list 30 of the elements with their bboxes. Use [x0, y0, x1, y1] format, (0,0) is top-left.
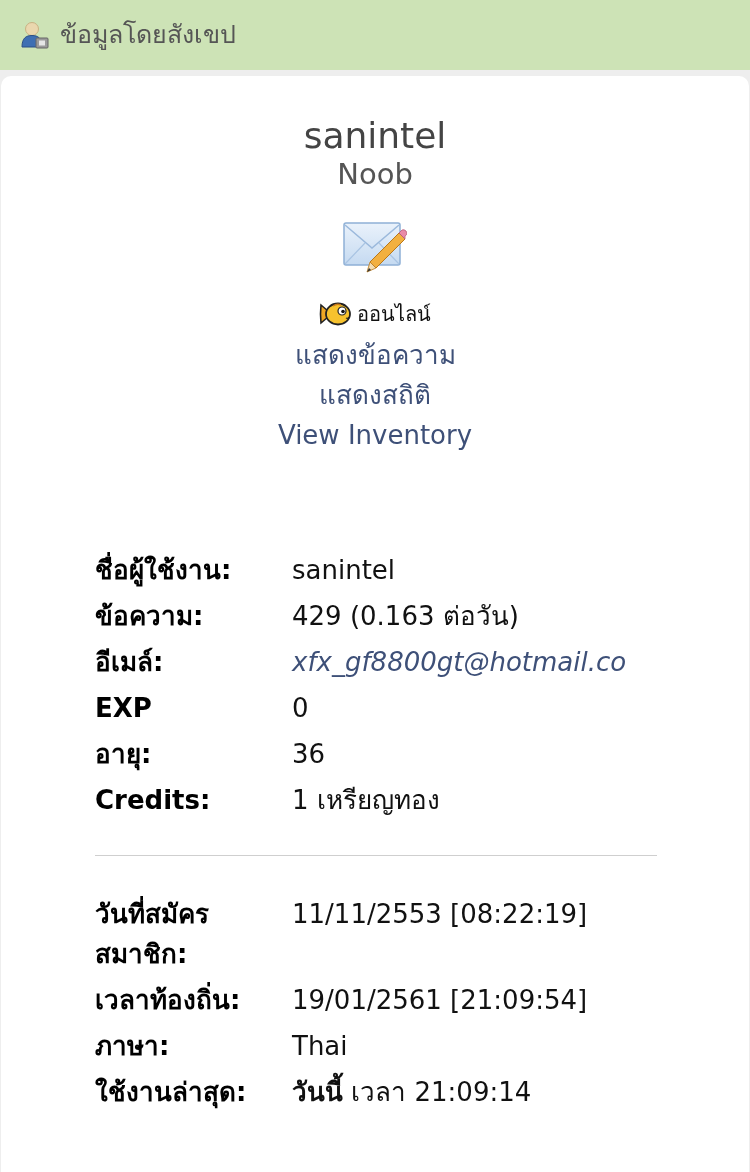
field-value: 0 [292, 692, 310, 725]
user-icon [21, 21, 49, 49]
field-label: อีเมล์: [95, 646, 165, 679]
envelope-pencil-icon[interactable] [343, 221, 407, 275]
field-value: 1 เหรียญทอง [292, 784, 441, 817]
field-label: ภาษา: [95, 1030, 171, 1063]
field-value: 429 (0.163 ต่อวัน) [292, 600, 520, 633]
field-label: อายุ: [95, 738, 153, 773]
field-label: Credits: [95, 784, 212, 817]
field-label: EXP [95, 692, 153, 725]
field-label: ใช้งานล่าสุด: [95, 1076, 248, 1111]
username-title: sanintel [303, 116, 447, 156]
field-label: ข้อความ: [95, 600, 205, 633]
header-title: ข้อมูลโดยสังเขป [60, 19, 236, 51]
online-status: ออนไลน์ [357, 301, 431, 328]
field-value: วันนี้ เวลา 21:09:14 [292, 1069, 657, 1115]
field-value: 19/01/2561 [21:09:54] [292, 984, 589, 1017]
field-value: Thai [292, 1030, 349, 1063]
field-value: 11/11/2553 [08:22:19] [292, 898, 589, 931]
user-rank: Noob [337, 156, 413, 192]
profile-link[interactable]: แสดงข้อความ [294, 335, 456, 375]
email-link[interactable]: xfx_gf8800gt@hotmail.co [292, 647, 627, 677]
field-value: sanintel [292, 554, 397, 587]
profile-link[interactable]: View Inventory [277, 415, 473, 455]
profile-link[interactable]: แสดงสถิติ [319, 375, 431, 415]
field-label: ชื่อผู้ใช้งาน: [95, 547, 292, 593]
field-label: เวลาท้องถิ่น: [95, 977, 292, 1023]
field-label: วันที่สมัครสมาชิก: [95, 891, 292, 977]
fish-icon [319, 300, 351, 328]
field-value: 36 [292, 738, 327, 771]
